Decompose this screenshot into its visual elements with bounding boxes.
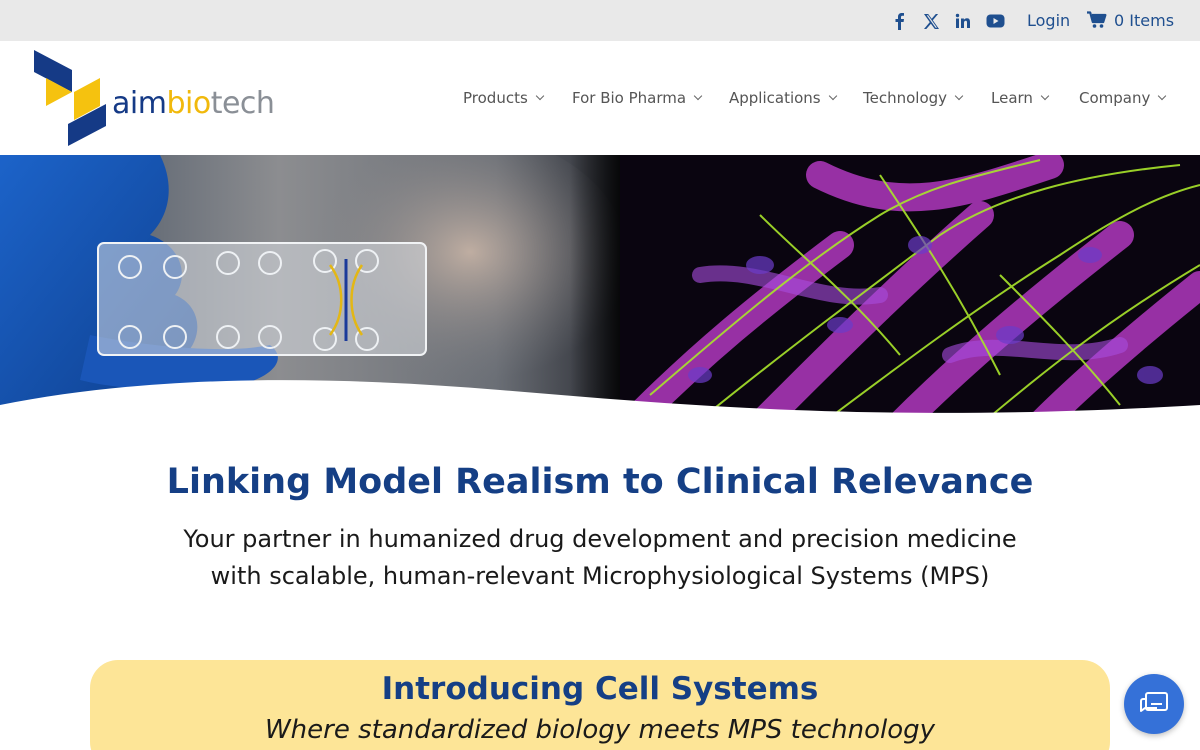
- chevron-down-icon: [1158, 91, 1167, 101]
- linkedin-icon[interactable]: [952, 10, 974, 32]
- chat-icon: [1140, 692, 1168, 712]
- hero-image: [0, 155, 1200, 425]
- nav-item-label: Learn: [991, 89, 1033, 107]
- nav-item-company[interactable]: Company: [1079, 89, 1167, 107]
- nav-item-label: Technology: [863, 89, 948, 107]
- hero-banner: [0, 155, 1200, 425]
- youtube-icon[interactable]: [984, 10, 1006, 32]
- chevron-down-icon: [828, 91, 837, 101]
- chat-button[interactable]: [1124, 674, 1184, 734]
- site-header: aimbiotech Products For Bio Pharma Appli…: [0, 41, 1200, 155]
- nav-item-label: Company: [1079, 89, 1151, 107]
- x-twitter-icon[interactable]: [920, 10, 942, 32]
- cart-link[interactable]: 0 Items: [1114, 11, 1174, 30]
- facebook-icon[interactable]: [888, 10, 910, 32]
- nav-item-label: Applications: [729, 89, 821, 107]
- cart-icon[interactable]: [1087, 11, 1107, 29]
- chevron-down-icon: [693, 91, 703, 101]
- chevron-down-icon: [535, 91, 545, 101]
- nav-item-label: For Bio Pharma: [572, 89, 687, 107]
- main-nav: Products For Bio Pharma Applications Tec…: [0, 89, 1200, 111]
- page-subtitle: Your partner in humanized drug developme…: [0, 521, 1200, 595]
- nav-item-learn[interactable]: Learn: [991, 89, 1050, 107]
- subtitle-line-2: with scalable, human-relevant Microphysi…: [210, 562, 990, 590]
- top-bar: Login 0 Items: [0, 0, 1200, 41]
- nav-item-label: Products: [463, 89, 528, 107]
- cell-systems-card: Introducing Cell Systems Where standardi…: [90, 660, 1110, 750]
- nav-item-technology[interactable]: Technology: [863, 89, 964, 107]
- nav-item-for-bio-pharma[interactable]: For Bio Pharma: [572, 89, 703, 107]
- nav-item-products[interactable]: Products: [463, 89, 545, 107]
- chevron-down-icon: [1040, 91, 1050, 101]
- subtitle-line-1: Your partner in humanized drug developme…: [183, 525, 1017, 553]
- card-title: Introducing Cell Systems: [381, 671, 819, 707]
- page-title: Linking Model Realism to Clinical Releva…: [166, 462, 1034, 502]
- nav-item-applications[interactable]: Applications: [729, 89, 837, 107]
- chevron-down-icon: [954, 91, 964, 101]
- card-subtitle: Where standardized biology meets MPS tec…: [264, 715, 936, 745]
- login-link[interactable]: Login: [1027, 11, 1070, 30]
